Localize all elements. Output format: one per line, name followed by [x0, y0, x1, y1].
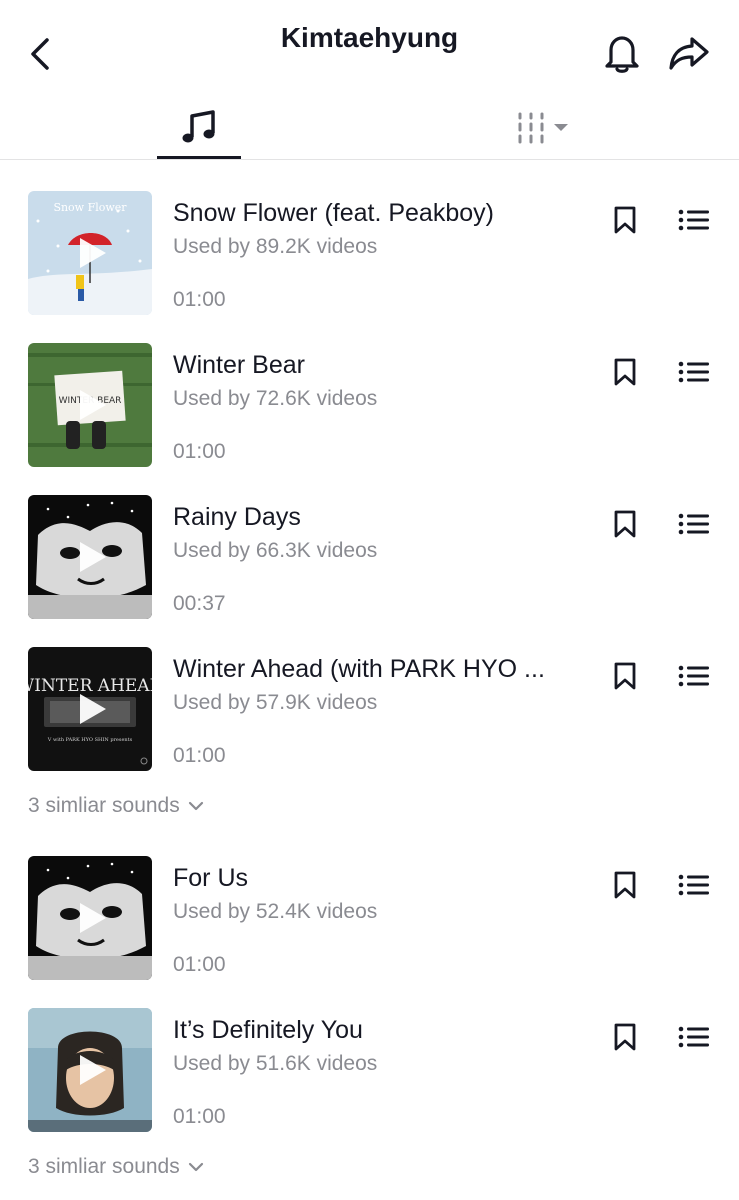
share-arrow-icon: [669, 37, 709, 70]
list-item: WINTER BEAR Winter Bear Used by 72.6K vi…: [0, 343, 739, 471]
duration: 01:00: [173, 440, 226, 463]
list-item: For Us Used by 52.4K videos 01:00: [0, 856, 739, 984]
menu-button[interactable]: [676, 1020, 712, 1054]
usage-count: Used by 72.6K videos: [173, 387, 378, 410]
usage-count: Used by 57.9K videos: [173, 691, 378, 714]
bookmark-icon: [614, 510, 636, 538]
album-art[interactable]: [28, 1008, 152, 1132]
svg-text:V with PARK HYO SHIN presents: V with PARK HYO SHIN presents: [47, 737, 133, 743]
usage-count: Used by 89.2K videos: [173, 235, 378, 258]
duration: 01:00: [173, 744, 226, 767]
list-menu-icon: [678, 209, 709, 231]
duration: 00:37: [173, 592, 226, 615]
play-icon: [80, 1055, 106, 1085]
music-note-icon: [182, 110, 215, 143]
album-art[interactable]: Snow Flower: [28, 191, 152, 315]
menu-button[interactable]: [676, 355, 712, 389]
bookmark-button[interactable]: [608, 659, 642, 693]
list-item: It’s Definitely You Used by 51.6K videos…: [0, 1008, 739, 1136]
menu-button[interactable]: [676, 659, 712, 693]
share-button[interactable]: [666, 32, 712, 74]
bookmark-button[interactable]: [608, 868, 642, 902]
menu-button[interactable]: [676, 868, 712, 902]
filter-columns-icon: [518, 112, 568, 144]
bell-icon: [605, 36, 639, 73]
bookmark-button[interactable]: [608, 1020, 642, 1054]
song-title[interactable]: Winter Ahead (with PARK HYO ...: [173, 655, 578, 684]
song-title[interactable]: Snow Flower (feat. Peakboy): [173, 199, 578, 228]
play-icon: [80, 542, 106, 572]
duration: 01:00: [173, 953, 226, 976]
bookmark-button[interactable]: [608, 203, 642, 237]
usage-count: Used by 52.4K videos: [173, 900, 378, 923]
bookmark-button[interactable]: [608, 507, 642, 541]
tab-filter[interactable]: [508, 96, 578, 160]
song-title[interactable]: Rainy Days: [173, 503, 578, 532]
list-menu-icon: [678, 665, 709, 687]
duration: 01:00: [173, 288, 226, 311]
similar-sounds-label: 3 simliar sounds: [28, 1155, 180, 1178]
notifications-button[interactable]: [600, 30, 644, 76]
chevron-down-icon: [188, 801, 203, 811]
song-title[interactable]: Winter Bear: [173, 351, 578, 380]
album-art[interactable]: [28, 856, 152, 980]
svg-text:Snow Flower: Snow Flower: [53, 201, 127, 214]
active-tab-indicator: [157, 156, 241, 159]
similar-sounds-toggle[interactable]: 3 simliar sounds: [28, 794, 204, 818]
similar-sounds-label: 3 simliar sounds: [28, 794, 180, 817]
usage-count: Used by 51.6K videos: [173, 1052, 378, 1075]
tab-sounds[interactable]: [157, 96, 241, 160]
menu-button[interactable]: [676, 203, 712, 237]
bookmark-icon: [614, 206, 636, 234]
bookmark-icon: [614, 662, 636, 690]
usage-count: Used by 66.3K videos: [173, 539, 378, 562]
chevron-down-icon: [188, 1162, 203, 1172]
list-menu-icon: [678, 874, 709, 896]
list-menu-icon: [678, 361, 709, 383]
bookmark-icon: [614, 1023, 636, 1051]
duration: 01:00: [173, 1105, 226, 1128]
album-art[interactable]: WINTER AHEAD V with PARK HYO SHIN presen…: [28, 647, 152, 771]
play-icon: [80, 390, 106, 420]
bookmark-icon: [614, 358, 636, 386]
tab-bar: [0, 96, 739, 160]
bookmark-button[interactable]: [608, 355, 642, 389]
song-title[interactable]: It’s Definitely You: [173, 1016, 578, 1045]
list-item: Rainy Days Used by 66.3K videos 00:37: [0, 495, 739, 623]
similar-sounds-toggle[interactable]: 3 simliar sounds: [28, 1155, 204, 1179]
album-art[interactable]: WINTER BEAR: [28, 343, 152, 467]
song-title[interactable]: For Us: [173, 864, 578, 893]
list-item: Snow Flower Snow Flower (feat. Peakboy) …: [0, 191, 739, 319]
play-icon: [80, 238, 106, 268]
menu-button[interactable]: [676, 507, 712, 541]
list-menu-icon: [678, 1026, 709, 1048]
bookmark-icon: [614, 871, 636, 899]
list-menu-icon: [678, 513, 709, 535]
play-icon: [80, 694, 106, 724]
top-bar: Kimtaehyung: [0, 0, 739, 90]
list-item: WINTER AHEAD V with PARK HYO SHIN presen…: [0, 647, 739, 775]
album-art[interactable]: [28, 495, 152, 619]
play-icon: [80, 903, 106, 933]
